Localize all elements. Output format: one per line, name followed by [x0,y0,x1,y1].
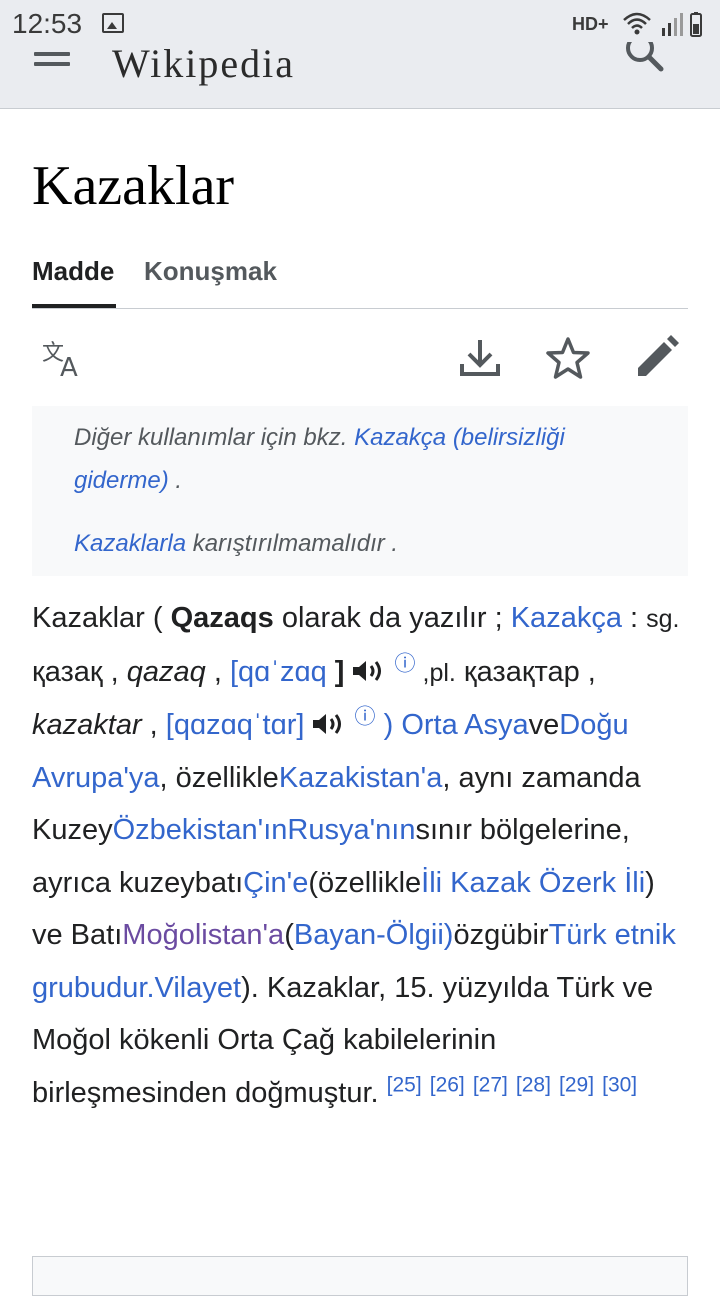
status-bar: 12:53 HD+ [0,0,720,48]
text: , [205,655,230,688]
article-tabs: Madde Konuşmak [32,248,688,309]
link-vilayet[interactable]: Vilayet [155,972,242,1004]
text: ] [326,655,345,688]
hatnote-text: Diğer kullanımlar için bkz. [74,424,348,451]
speaker-icon[interactable] [352,659,386,683]
reference-link[interactable]: [28] [516,1073,551,1096]
ipa-link[interactable]: [qɑzɑqˈtɑr] [166,709,305,741]
language-icon[interactable]: 文 A [40,334,88,382]
link-ili-kazak[interactable]: İli Kazak Özerk İli [421,867,645,899]
status-time: 12:53 [12,8,83,39]
speaker-icon[interactable] [312,712,346,736]
tab-talk[interactable]: Konuşmak [144,256,277,287]
info-icon[interactable]: ⓘ [355,705,376,728]
network-type: HD+ [572,14,609,34]
search-icon[interactable] [624,42,664,78]
edit-icon[interactable] [632,334,680,382]
text: (özellikle [308,866,422,899]
link-mogolistan[interactable]: Moğolistan'a [122,919,284,951]
transliteration: qazaq [126,655,206,688]
reference-link[interactable]: [26] [430,1073,465,1096]
reference-link[interactable]: [29] [559,1073,594,1096]
text: қазақтар , [455,655,596,688]
text [376,709,384,741]
ipa-link[interactable]: [qɑˈzɑq [230,656,327,688]
page-actions: 文 A [32,308,688,408]
app-toolbar: Wikipedia [0,41,720,109]
link-ozbekistan[interactable]: Özbekistan'ın [113,814,288,846]
text: olarak da yazılır ; [273,602,511,634]
signal-icon [662,13,683,36]
link-orta-asya[interactable]: ) Orta Asya [384,709,529,741]
link-bayan-olgii[interactable]: Bayan-Ölgii) [294,919,454,951]
star-icon[interactable] [544,334,592,382]
link-cin[interactable]: Çin'e [243,867,308,899]
text: ve [528,709,560,741]
download-icon[interactable] [456,334,504,382]
info-icon[interactable]: ⓘ [395,652,416,675]
abbr-singular: sg. [646,605,680,633]
battery-icon [690,12,702,37]
link-kazakca[interactable]: Kazakça [511,602,622,634]
svg-text:A: A [60,353,78,382]
hatnote: Diğer kullanımlar için bkz. Kazakça (bel… [32,406,688,576]
reference-link[interactable]: [30] [602,1073,637,1096]
text: özgübir [453,919,549,951]
menu-icon[interactable] [34,52,70,74]
kazaklarla-link[interactable]: Kazaklarla [74,530,186,557]
lead-paragraph: Kazaklar ( Qazaqs olarak da yazılır ; Ka… [32,592,692,1119]
text: Kazaklar ( [32,602,171,634]
infobox-edge [32,1256,688,1296]
reference-link[interactable]: [27] [473,1073,508,1096]
reference-link[interactable]: [25] [387,1073,422,1096]
wifi-icon [623,12,651,35]
gallery-icon [102,13,124,33]
link-kazakistan[interactable]: Kazakistan'a [279,762,443,794]
hatnote-text: karıştırılmamalıdır . [192,530,399,557]
text: , özellikle [159,761,279,794]
page-title: Kazaklar [32,155,235,217]
text: қазақ , [32,655,127,688]
text: , [141,709,166,741]
text: ( [284,919,294,951]
wikipedia-wordmark[interactable]: Wikipedia [112,40,295,87]
hatnote-confusion: Kazaklarla karıştırılmamalıdır . [74,522,634,565]
abbr-plural: ,pl. [415,658,456,687]
tab-article[interactable]: Madde [32,256,114,287]
link-rusya[interactable]: Rusya'nın [287,814,415,846]
transliteration: kazaktar [32,709,142,741]
text: : [621,602,647,634]
signal-battery-icons [623,12,702,37]
bold-term: Qazaqs [170,602,274,634]
hatnote-period: . [175,467,183,494]
hatnote-disambiguation: Diğer kullanımlar için bkz. Kazakça (bel… [74,416,634,502]
